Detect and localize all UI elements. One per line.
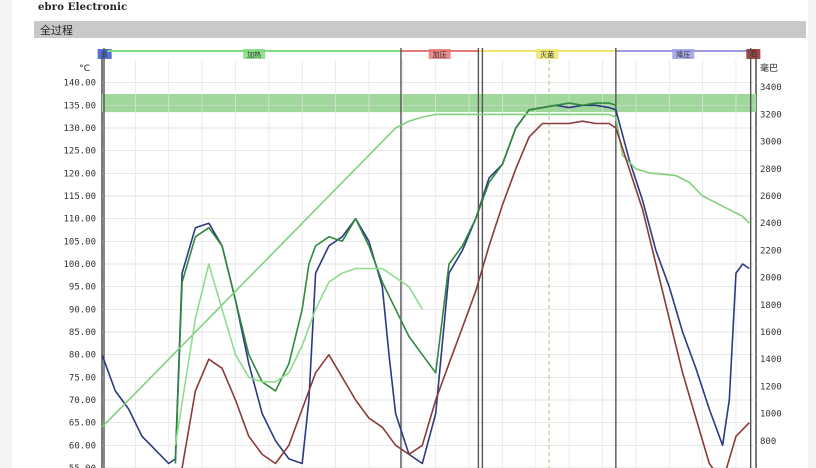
left-axis-label: °C (79, 64, 90, 74)
left-tick-label: 90.00 (69, 305, 96, 315)
right-tick-label: 2400 (760, 219, 782, 229)
right-tick-label: 2600 (760, 192, 782, 202)
left-tick-label: 115.00 (63, 192, 96, 202)
left-tick-label: 95.00 (69, 283, 96, 293)
series-lines (101, 102, 750, 468)
left-tick-label: 110.00 (63, 215, 96, 225)
right-tick-label: 3200 (760, 110, 782, 120)
left-tick-label: 105.00 (63, 237, 96, 247)
right-tick-label: 2000 (760, 274, 782, 284)
reference-band (102, 94, 756, 113)
left-tick-label: 60.00 (69, 441, 96, 451)
left-tick-label: 130.00 (63, 124, 96, 134)
right-tick-label: 800 (760, 437, 776, 447)
phase-label: 加压 (433, 50, 447, 59)
left-tick-label: 80.00 (69, 351, 96, 361)
right-tick-label: 3000 (760, 138, 782, 148)
phase-label: 灭菌 (540, 50, 554, 59)
right-tick-label: 1400 (760, 355, 782, 365)
left-tick-label: 55.00 (69, 464, 96, 468)
right-tick-label: 1800 (760, 301, 782, 311)
right-tick-label: 1200 (760, 382, 782, 392)
right-axis-label: 毫巴 (760, 62, 778, 74)
right-tick-label: 1000 (760, 410, 782, 420)
left-tick-label: 120.00 (63, 169, 96, 179)
phase-label: 加热 (247, 50, 261, 59)
axis-labels: °C 毫巴 (79, 62, 778, 74)
reference-band-rect (102, 94, 756, 113)
plot-frame (101, 52, 757, 468)
left-tick-label: 135.00 (63, 101, 96, 111)
phase-label: E (751, 51, 755, 59)
left-tick-label: 140.00 (63, 79, 96, 89)
left-tick-label: 100.00 (63, 260, 96, 270)
right-tick-label: 3400 (760, 83, 782, 93)
series-line (101, 104, 750, 465)
right-tick-label: 1600 (760, 328, 782, 338)
left-tick-label: 75.00 (69, 373, 96, 383)
left-tick-label: 85.00 (69, 328, 96, 338)
right-axis-ticks: 800 1000 1200 1400 1600 1800 2000 2200 2400 2600 2… (760, 83, 782, 447)
left-tick-label: 125.00 (63, 147, 96, 157)
left-tick-label: 70.00 (69, 396, 96, 406)
left-axis-ticks: 55.00 60.00 65.00 70.00 75.00 80.00 85.00 90.00… (63, 79, 96, 468)
left-tick-label: 65.00 (69, 419, 96, 429)
right-tick-label: 2200 (760, 246, 782, 256)
process-chart: B 加热 加压 灭菌 降压 E 55.00 60.00 65.00 70.00 75.00 80.0… (63, 48, 782, 468)
grid-lines (102, 60, 756, 468)
phase-strip: B 加热 加压 灭菌 降压 E (97, 49, 761, 59)
phase-label: 降压 (676, 50, 690, 59)
phase-label: B (102, 51, 107, 59)
right-tick-label: 2800 (760, 165, 782, 175)
